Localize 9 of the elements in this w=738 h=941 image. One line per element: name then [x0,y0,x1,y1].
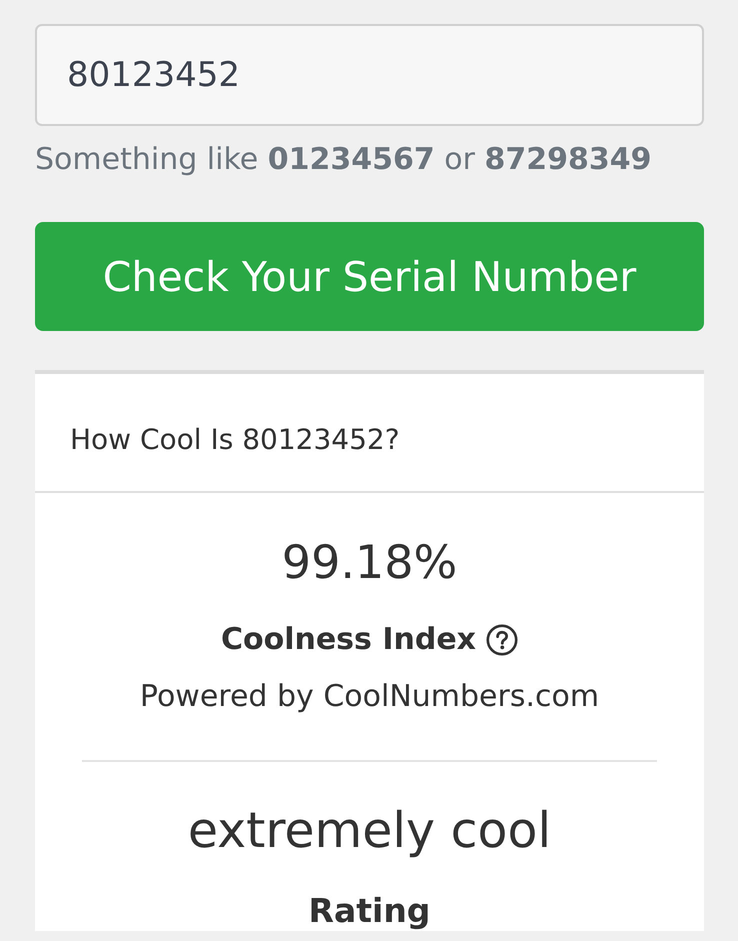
rating-label: Rating [308,891,432,931]
coolness-percentage: 99.18% [280,534,458,591]
powered-by-text: Powered by CoolNumbers.com [138,679,600,715]
card-header-title: How Cool Is 80123452? [70,424,401,456]
serial-number-field[interactable]: 80123452 [35,24,704,126]
hint-text: Something like 01234567 or 87298349 [35,142,653,178]
help-icon[interactable] [486,624,518,656]
rating-value: extremely cool [186,801,552,861]
coolness-index-label: Coolness Index [220,621,476,659]
